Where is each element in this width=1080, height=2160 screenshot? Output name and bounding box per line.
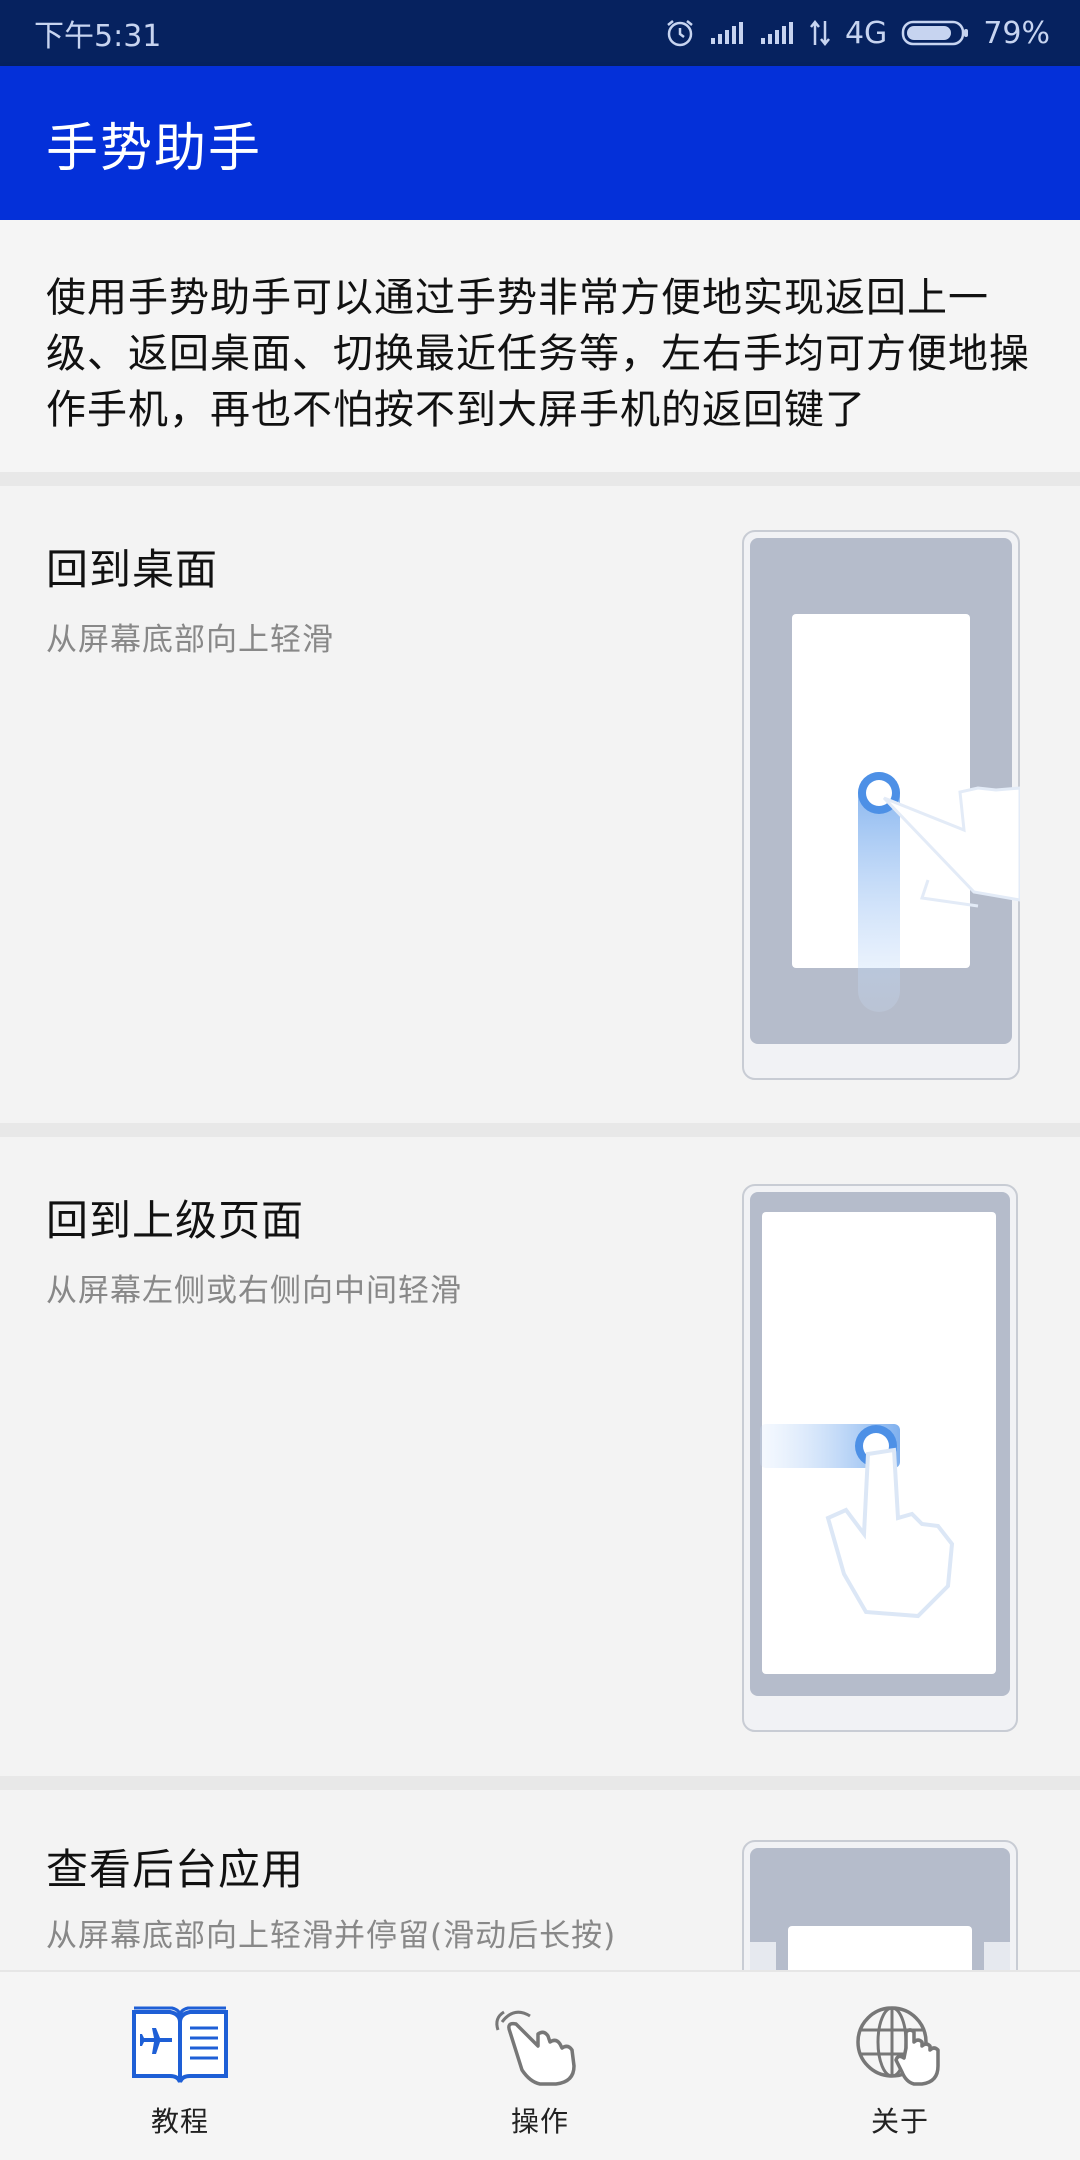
card-title: 回到上级页面 [46,1196,305,1245]
card-desc: 从屏幕底部向上轻滑 [46,622,334,658]
card-desc: 从屏幕底部向上轻滑并停留(滑动后长按) [46,1918,617,1954]
swipe-side-phone-illustration [742,1184,1018,1732]
signal-icon [710,22,743,44]
card-title: 回到桌面 [46,545,219,594]
signal-icon-2 [760,22,793,44]
status-time: 下午5:31 [34,19,162,54]
status-icons: 4G 79% [665,16,1050,51]
page-title: 手势助手 [46,118,263,179]
gesture-card-back[interactable]: 回到上级页面 从屏幕左侧或右侧向中间轻滑 [0,1137,1080,1775]
card-desc: 从屏幕左侧或右侧向中间轻滑 [46,1273,462,1309]
globe-hand-icon [856,2006,940,2086]
nav-label: 关于 [870,2105,929,2138]
divider [0,472,1080,486]
gesture-card-recent[interactable]: 查看后台应用 从屏幕底部向上轻滑并停留(滑动后长按) [0,1790,1080,1970]
tutorial-book-icon [132,2006,228,2083]
battery-percent: 79% [983,15,1050,51]
nav-label: 操作 [510,2105,569,2138]
network-type: 4G [844,15,888,51]
card-title: 查看后台应用 [46,1845,305,1894]
divider [0,1123,1080,1137]
nav-tab-tutorial[interactable]: 教程 [0,1972,360,2160]
data-transfer-icon [809,19,830,47]
swipe-up-phone-illustration [742,530,1020,1080]
divider [0,1776,1080,1790]
nav-tab-about[interactable]: 关于 [720,1972,1080,2160]
gesture-hand-icon [495,2010,576,2086]
battery-icon [902,20,969,46]
intro-text: 使用手势助手可以通过手势非常方便地实现返回上一级、返回桌面、切换最近任务等，左右… [0,220,1080,472]
status-bar: 下午5:31 4G 79% [0,0,1080,66]
gesture-card-home[interactable]: 回到桌面 从屏幕底部向上轻滑 [0,486,1080,1122]
bottom-nav: 教程 操作 关于 [0,1970,1080,2160]
alarm-icon [667,20,693,47]
app-bar: 手势助手 [0,66,1080,220]
recent-apps-phone-illustration [742,1840,1018,1970]
nav-tab-operation[interactable]: 操作 [360,1972,720,2160]
nav-label: 教程 [150,2105,209,2138]
